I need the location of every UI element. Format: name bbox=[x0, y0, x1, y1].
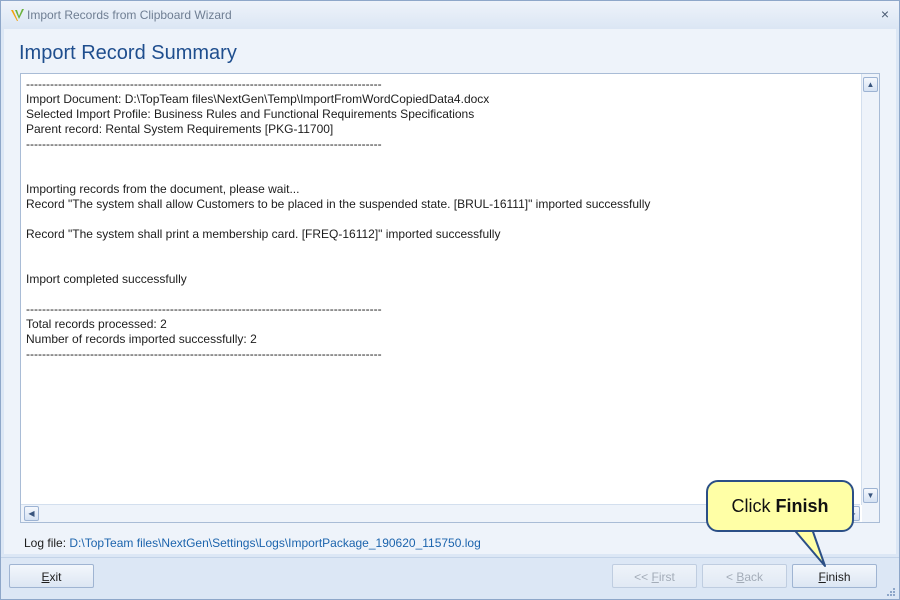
title-bar: Import Records from Clipboard Wizard × bbox=[1, 1, 899, 29]
back-prefix: < bbox=[725, 570, 737, 584]
log-line: Importing records from the document, ple… bbox=[26, 182, 300, 196]
log-file-link[interactable]: D:\TopTeam files\NextGen\Settings\Logs\I… bbox=[69, 536, 480, 550]
log-line: Number of records imported successfully:… bbox=[26, 332, 257, 346]
first-label: irst bbox=[658, 570, 675, 584]
callout-bold: Finish bbox=[775, 496, 829, 516]
window-title: Import Records from Clipboard Wizard bbox=[27, 8, 232, 22]
scroll-up-icon[interactable]: ▲ bbox=[863, 77, 878, 92]
log-line: ----------------------------------------… bbox=[26, 302, 382, 316]
log-line: Parent record: Rental System Requirement… bbox=[26, 122, 334, 136]
back-button[interactable]: < Back bbox=[702, 564, 787, 588]
app-icon bbox=[11, 9, 24, 21]
log-file-label: Log file: bbox=[24, 536, 67, 550]
close-icon[interactable]: × bbox=[877, 6, 893, 22]
log-line: ----------------------------------------… bbox=[26, 77, 382, 91]
log-line: ----------------------------------------… bbox=[26, 347, 382, 361]
log-line: Selected Import Profile: Business Rules … bbox=[26, 107, 475, 121]
import-log-text: ----------------------------------------… bbox=[26, 77, 860, 505]
first-prefix: << bbox=[634, 570, 652, 584]
log-line: Record "The system shall allow Customers… bbox=[26, 197, 651, 211]
exit-mnemonic: E bbox=[41, 570, 50, 584]
wizard-window: Import Records from Clipboard Wizard × I… bbox=[0, 0, 900, 600]
first-mnemonic: F bbox=[651, 570, 659, 584]
page-title: Import Record Summary bbox=[19, 42, 237, 64]
button-bar: Exit << First < Back Finish bbox=[1, 557, 899, 599]
wizard-content: Import Record Summary ------------------… bbox=[4, 29, 896, 554]
back-label: ack bbox=[744, 570, 764, 584]
resize-grip-icon[interactable] bbox=[885, 586, 895, 596]
callout-prefix: Click bbox=[731, 496, 776, 516]
callout-pointer bbox=[789, 522, 826, 567]
log-line: Import Document: D:\TopTeam files\NextGe… bbox=[26, 92, 490, 106]
scrollbar-corner bbox=[862, 505, 879, 522]
exit-label: xit bbox=[49, 570, 62, 584]
log-line: Record "The system shall print a members… bbox=[26, 227, 501, 241]
finish-callout: Click Finish bbox=[706, 480, 854, 532]
scroll-left-icon[interactable]: ◀ bbox=[24, 506, 39, 521]
first-button[interactable]: << First bbox=[612, 564, 697, 588]
exit-button[interactable]: Exit bbox=[9, 564, 94, 588]
scroll-down-icon[interactable]: ▼ bbox=[863, 488, 878, 503]
vertical-scrollbar[interactable]: ▲ ▼ bbox=[861, 74, 879, 505]
log-line: ----------------------------------------… bbox=[26, 137, 382, 151]
import-log-area[interactable]: ----------------------------------------… bbox=[20, 73, 880, 523]
log-line: Import completed successfully bbox=[26, 272, 187, 286]
log-file-row: Log file: D:\TopTeam files\NextGen\Setti… bbox=[24, 536, 481, 550]
log-line: Total records processed: 2 bbox=[26, 317, 167, 331]
